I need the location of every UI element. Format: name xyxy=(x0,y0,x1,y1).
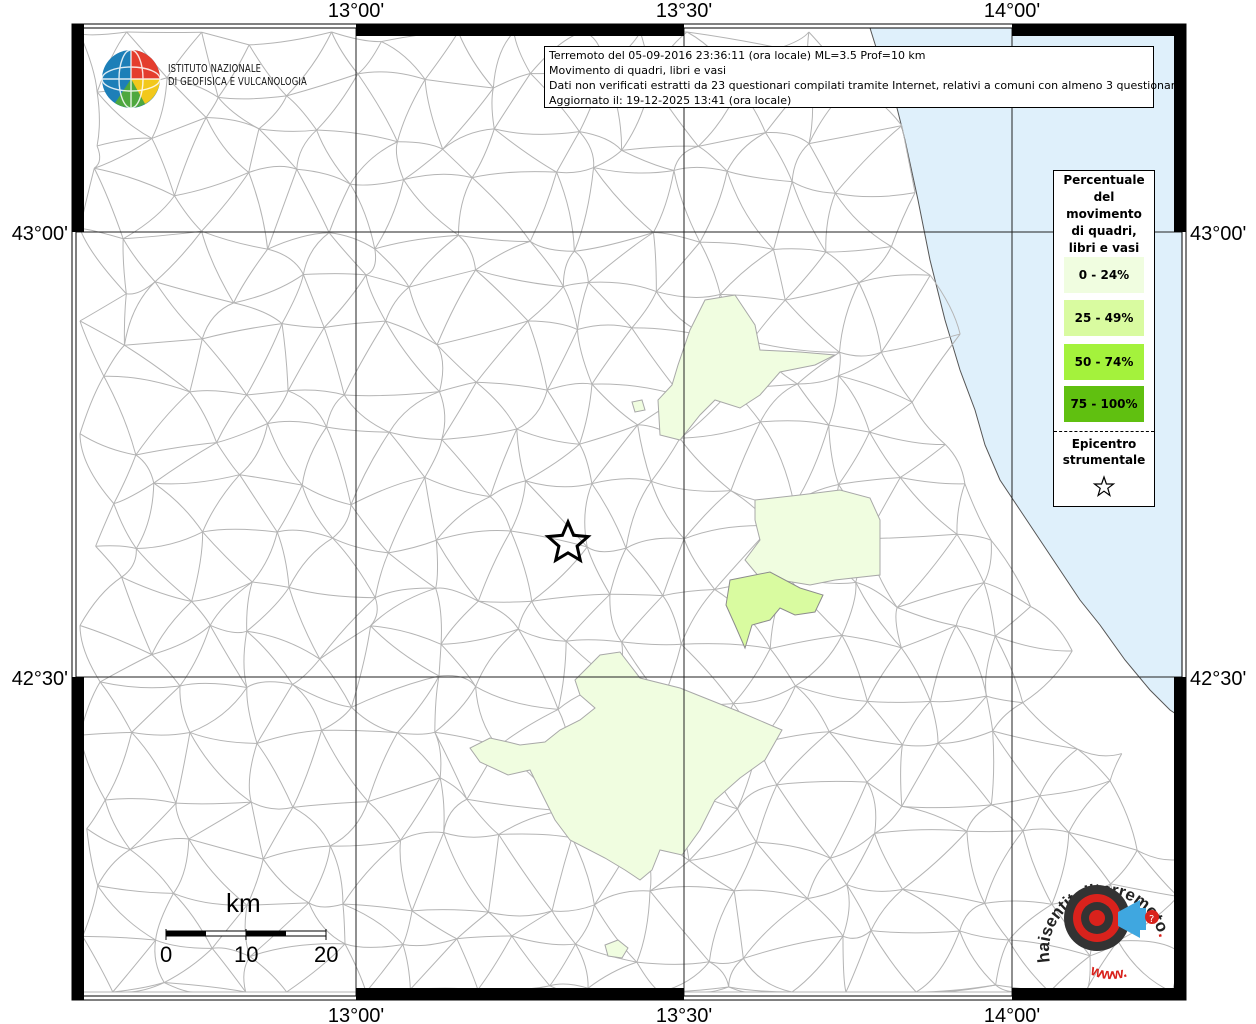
ingv-globe-icon xyxy=(101,49,161,109)
legend-separator xyxy=(1054,431,1154,432)
legend-class-50-74: 50 - 74% xyxy=(1064,344,1144,380)
scale-tick-10: 10 xyxy=(234,942,259,967)
svg-text:?: ? xyxy=(1149,914,1154,925)
event-info-line1: Terremoto del 05-09-2016 23:36:11 (ora l… xyxy=(549,49,926,62)
haisentitoilterremoto-badge: haisentitoilterremoto.it www. ? xyxy=(1030,862,1174,982)
event-info-box: Terremoto del 05-09-2016 23:36:11 (ora l… xyxy=(544,46,1182,108)
lat-label-left-4230: 42°30' xyxy=(12,668,68,690)
legend-title-line: Percentuale xyxy=(1063,173,1145,187)
legend-title-line: libri e vasi xyxy=(1068,241,1140,255)
ingv-logo-text: ISTITUTO NAZIONALE DI GEOFISICA E VULCAN… xyxy=(168,62,307,88)
ingv-logo-line2: DI GEOFISICA E VULCANOLOGIA xyxy=(168,75,307,88)
legend-star-icon xyxy=(1092,475,1116,498)
scale-tick-0: 0 xyxy=(160,942,173,967)
lat-label-left-4300: 43°00' xyxy=(12,223,68,245)
legend-title-line: del xyxy=(1093,190,1115,204)
scale-title: km xyxy=(226,888,261,918)
ingv-logo xyxy=(100,48,162,114)
ingv-logo-line1: ISTITUTO NAZIONALE xyxy=(168,62,262,75)
legend-class-75-100: 75 - 100% xyxy=(1064,386,1144,422)
lon-label-top-1300: 13°00' xyxy=(328,0,384,22)
legend-title-line: movimento xyxy=(1066,207,1142,221)
legend-class-0-24: 0 - 24% xyxy=(1064,257,1144,293)
felt-area-east xyxy=(744,489,881,586)
scale-tick-20: 20 xyxy=(314,942,339,967)
legend-title-line: di quadri, xyxy=(1071,224,1137,238)
legend-epicenter-line: Epicentro xyxy=(1071,437,1137,451)
legend: Percentuale del movimento di quadri, lib… xyxy=(1053,170,1155,507)
lon-label-bottom-1330: 13°30' xyxy=(656,1005,712,1024)
lon-label-bottom-1400: 14°00' xyxy=(984,1005,1040,1024)
lat-label-right-4230: 42°30' xyxy=(1190,668,1246,690)
legend-epicenter-line: strumentale xyxy=(1062,453,1146,467)
lon-label-bottom-1300: 13°00' xyxy=(328,1005,384,1024)
badge-text-www: www. xyxy=(1088,962,1129,982)
lat-label-right-4300: 43°00' xyxy=(1190,223,1246,245)
legend-class-25-49: 25 - 49% xyxy=(1064,300,1144,336)
lon-label-top-1400: 14°00' xyxy=(984,0,1040,22)
svg-text:www.: www. xyxy=(1088,962,1129,982)
legend-epicenter-label: Epicentro strumentale xyxy=(1054,436,1154,468)
event-info-line3: Dati non verificati estratti da 23 quest… xyxy=(549,79,1182,92)
event-info-line2: Movimento di quadri, libri e vasi xyxy=(549,64,727,77)
legend-title: Percentuale del movimento di quadri, lib… xyxy=(1054,171,1154,257)
event-info-line4: Aggiornato il: 19-12-2025 13:41 (ora loc… xyxy=(549,94,792,107)
municipal-boundary-line xyxy=(126,31,202,34)
lon-label-top-1330: 13°30' xyxy=(656,0,712,22)
felt-area-small-dot xyxy=(631,399,646,413)
